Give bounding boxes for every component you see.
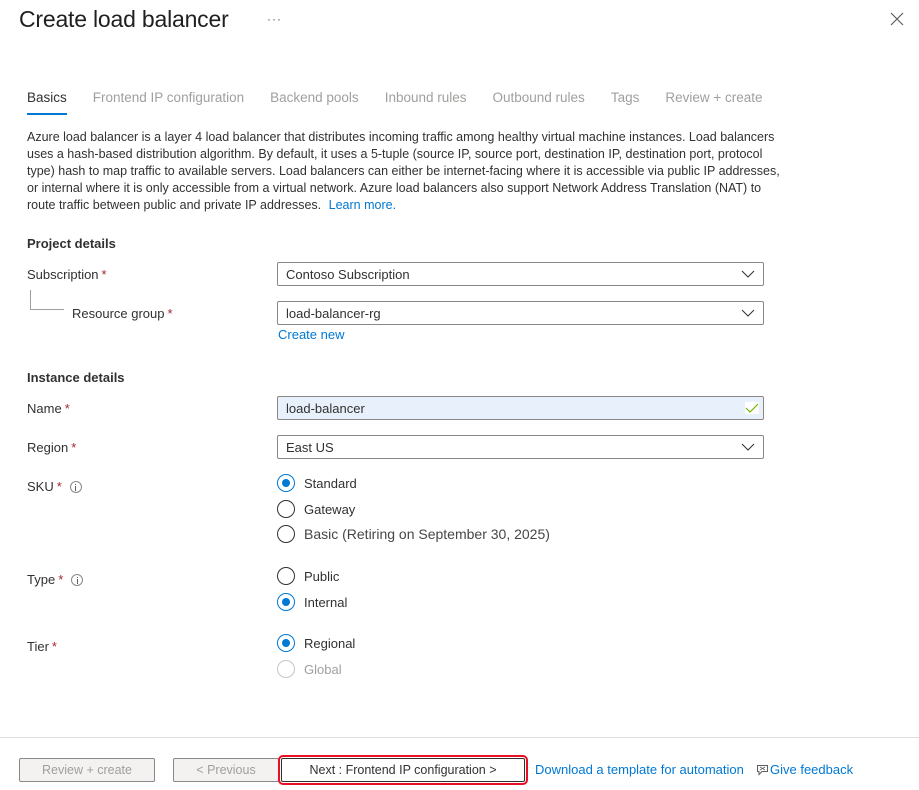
type-public-radio[interactable]: Public bbox=[277, 567, 339, 585]
radio-circle bbox=[277, 593, 295, 611]
radio-circle bbox=[277, 474, 295, 492]
description-text: Azure load balancer is a layer 4 load ba… bbox=[27, 130, 780, 212]
review-create-button[interactable]: Review + create bbox=[19, 758, 155, 782]
resource-group-dropdown[interactable]: load-balancer-rg bbox=[277, 301, 764, 325]
tab-outbound-rules[interactable]: Outbound rules bbox=[493, 90, 585, 105]
sku-gateway-radio[interactable]: Gateway bbox=[277, 500, 355, 518]
name-value: load-balancer bbox=[286, 400, 365, 416]
page-title: Create load balancer bbox=[19, 6, 229, 32]
tier-global-label: Global bbox=[304, 661, 342, 677]
more-options-icon[interactable]: ··· bbox=[267, 12, 282, 26]
chevron-down-icon bbox=[741, 309, 755, 317]
tier-global-radio: Global bbox=[277, 660, 342, 678]
type-public-label: Public bbox=[304, 568, 340, 584]
radio-circle bbox=[277, 634, 295, 652]
subscription-label: Subscription * bbox=[27, 267, 107, 282]
give-feedback-link[interactable]: Give feedback bbox=[756, 762, 853, 777]
required-marker: * bbox=[58, 572, 64, 587]
sku-standard-radio[interactable]: Standard bbox=[277, 474, 357, 492]
tier-regional-label: Regional bbox=[304, 635, 356, 651]
tree-connector bbox=[30, 290, 64, 310]
subscription-value: Contoso Subscription bbox=[286, 266, 410, 282]
description: Azure load balancer is a layer 4 load ba… bbox=[27, 129, 787, 214]
sku-basic-label: Basic (Retiring on September 30, 2025) bbox=[304, 526, 550, 542]
feedback-icon bbox=[757, 764, 768, 776]
sku-basic-radio[interactable]: Basic (Retiring on September 30, 2025) bbox=[277, 525, 550, 543]
required-marker: * bbox=[64, 401, 70, 416]
info-icon[interactable] bbox=[71, 573, 84, 586]
required-marker: * bbox=[167, 306, 173, 321]
tier-label: Tier * bbox=[27, 639, 57, 654]
resource-group-label-text: Resource group bbox=[72, 306, 165, 321]
close-icon[interactable] bbox=[889, 11, 905, 27]
tab-backend-pools[interactable]: Backend pools bbox=[270, 90, 359, 105]
radio-circle bbox=[277, 660, 295, 678]
learn-more-link[interactable]: Learn more. bbox=[329, 198, 396, 212]
region-value: East US bbox=[286, 439, 334, 455]
info-icon[interactable] bbox=[69, 480, 82, 493]
required-marker: * bbox=[71, 440, 77, 455]
region-label-text: Region bbox=[27, 440, 69, 455]
radio-circle bbox=[277, 567, 295, 585]
name-input[interactable]: load-balancer bbox=[277, 396, 764, 420]
instance-details-heading: Instance details bbox=[27, 370, 125, 385]
region-dropdown[interactable]: East US bbox=[277, 435, 764, 459]
resource-group-label: Resource group * bbox=[72, 306, 173, 321]
chevron-down-icon bbox=[741, 443, 755, 451]
region-label: Region * bbox=[27, 440, 76, 455]
give-feedback-label: Give feedback bbox=[770, 762, 854, 777]
subscription-label-text: Subscription bbox=[27, 267, 99, 282]
tab-tags[interactable]: Tags bbox=[611, 90, 640, 105]
tab-basics[interactable]: Basics bbox=[27, 90, 67, 115]
name-label: Name * bbox=[27, 401, 70, 416]
tab-review-create[interactable]: Review + create bbox=[665, 90, 762, 105]
tab-frontend-ip-configuration[interactable]: Frontend IP configuration bbox=[93, 90, 244, 105]
next-frontend-ip-button[interactable]: Next : Frontend IP configuration > bbox=[278, 755, 528, 785]
tier-regional-radio[interactable]: Regional bbox=[277, 634, 355, 652]
required-marker: * bbox=[101, 267, 107, 282]
wizard-tabs: Basics Frontend IP configuration Backend… bbox=[27, 90, 789, 115]
previous-button[interactable]: < Previous bbox=[173, 758, 279, 782]
tier-label-text: Tier bbox=[27, 639, 49, 654]
tab-inbound-rules[interactable]: Inbound rules bbox=[385, 90, 467, 105]
required-marker: * bbox=[56, 479, 62, 494]
sku-label-text: SKU bbox=[27, 479, 54, 494]
footer-divider bbox=[0, 737, 919, 738]
type-internal-radio[interactable]: Internal bbox=[277, 593, 347, 611]
sku-label: SKU * bbox=[27, 479, 82, 494]
type-internal-label: Internal bbox=[304, 594, 348, 610]
radio-circle bbox=[277, 525, 295, 543]
required-marker: * bbox=[51, 639, 57, 654]
sku-gateway-label: Gateway bbox=[304, 501, 356, 517]
project-details-heading: Project details bbox=[27, 236, 116, 251]
create-new-resource-group-link[interactable]: Create new bbox=[278, 327, 344, 342]
type-label: Type * bbox=[27, 572, 84, 587]
resource-group-value: load-balancer-rg bbox=[286, 305, 381, 321]
download-template-link[interactable]: Download a template for automation bbox=[535, 762, 744, 777]
chevron-down-icon bbox=[741, 270, 755, 278]
sku-standard-label: Standard bbox=[304, 475, 357, 491]
radio-circle bbox=[277, 500, 295, 518]
type-label-text: Type bbox=[27, 572, 56, 587]
subscription-dropdown[interactable]: Contoso Subscription bbox=[277, 262, 764, 286]
name-label-text: Name bbox=[27, 401, 62, 416]
checkmark-icon bbox=[745, 402, 759, 414]
